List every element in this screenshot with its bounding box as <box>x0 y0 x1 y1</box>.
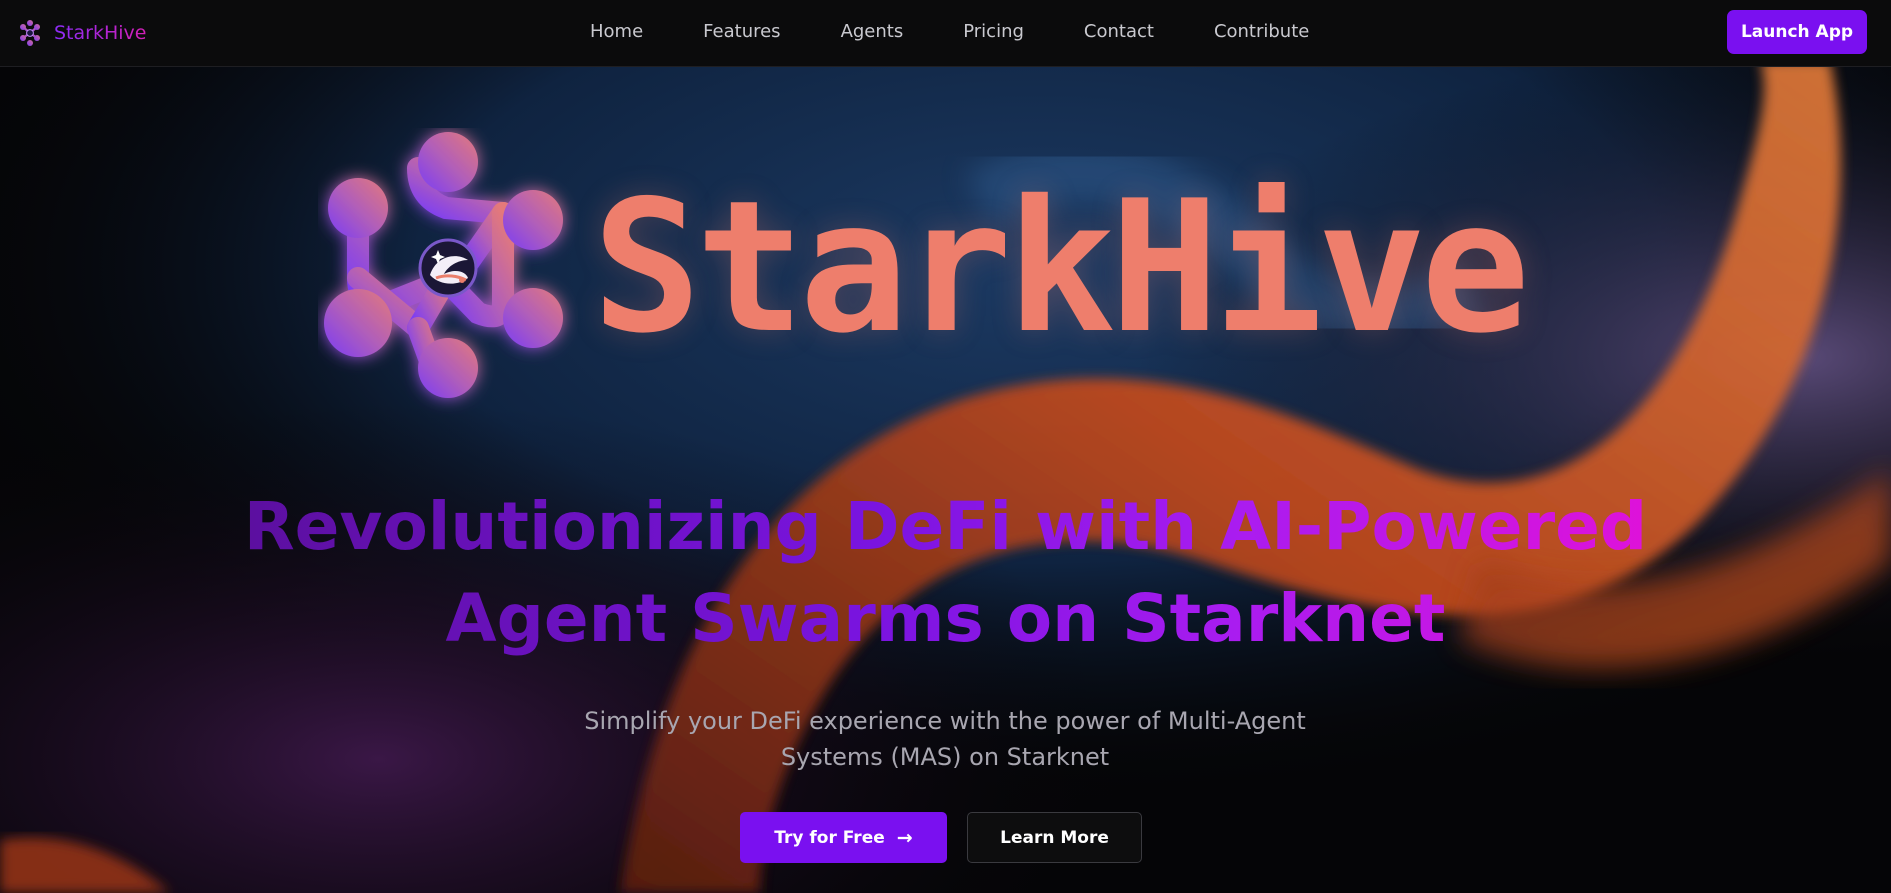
try-for-free-button[interactable]: Try for Free → <box>740 812 947 863</box>
top-navbar: StarkHive Home Features Agents Pricing C… <box>0 0 1891 67</box>
nav-logo[interactable]: StarkHive <box>16 19 146 47</box>
hero-brand-title: StarkHive <box>592 161 1530 373</box>
hero-subtitle: Simplify your DeFi experience with the p… <box>584 707 1306 771</box>
nav-brand-name: StarkHive <box>54 22 147 44</box>
starknet-network-emblem-icon <box>324 132 563 398</box>
learn-more-button[interactable]: Learn More <box>967 812 1142 863</box>
hero-section: StarkHive Revolutionizing DeFi with AI-P… <box>0 66 1891 893</box>
arrow-right-icon: → <box>896 826 913 849</box>
nav-links: Home Features Agents Pricing Contact Con… <box>590 21 1309 42</box>
hero-headline: Revolutionizing DeFi with AI-Powered Age… <box>230 481 1661 665</box>
try-for-free-label: Try for Free <box>774 827 885 848</box>
nav-link-agents[interactable]: Agents <box>841 21 904 42</box>
nav-link-features[interactable]: Features <box>703 21 780 42</box>
nav-link-pricing[interactable]: Pricing <box>963 21 1024 42</box>
nav-link-contribute[interactable]: Contribute <box>1214 21 1309 42</box>
nav-link-home[interactable]: Home <box>590 21 643 42</box>
launch-app-button[interactable]: Launch App <box>1727 10 1867 54</box>
nav-link-contact[interactable]: Contact <box>1084 21 1154 42</box>
network-hive-icon <box>20 20 40 46</box>
